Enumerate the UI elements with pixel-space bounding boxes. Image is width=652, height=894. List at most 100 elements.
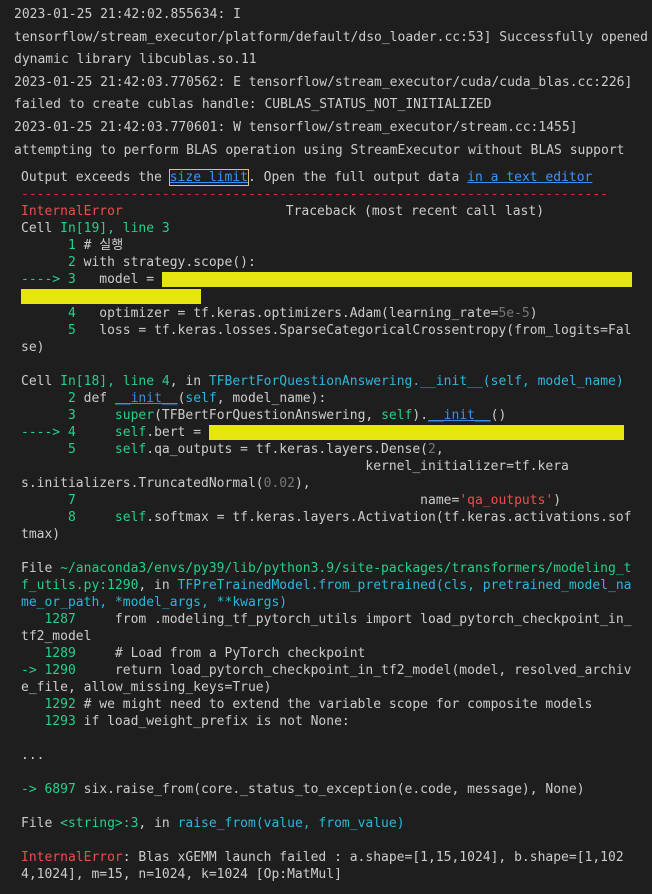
code-text: # 실행 — [75, 238, 124, 254]
code-text: .bert = — [146, 425, 209, 441]
function-name: raise_from(value, from_value) — [177, 816, 405, 832]
code-line-current: ----> 4 self.bert = TFBertModel.from_pre… — [21, 424, 652, 441]
highlighted-code: TFBertModel.from_pretrained(model_name, … — [208, 425, 624, 441]
frame3-code: 1287 from .modeling_tf_pytorch_utils imp… — [21, 611, 652, 730]
in-label: , in — [138, 578, 178, 594]
stderr-line: tensorflow/stream_executor/platform/defa… — [14, 29, 648, 45]
code-line: 1287 from .modeling_tf_pytorch_utils imp… — [21, 611, 652, 628]
code-line: 1293 if load_weight_prefix is not None: — [21, 713, 652, 730]
code-text: ) — [529, 306, 538, 322]
final-error: InternalError: Blas xGEMM launch failed … — [21, 849, 652, 866]
frame-header-wrap: f_utils.py:1290, in TFPreTrainedModel.fr… — [21, 577, 652, 594]
stderr-line: attempting to perform BLAS operation usi… — [14, 142, 625, 158]
code-self: self — [381, 408, 413, 424]
stderr-line: 2023-01-25 21:42:03.770562: E tensorflow… — [14, 74, 633, 90]
stderr-line: dynamic library libcublas.so.11 — [14, 52, 257, 68]
function-name: TFBertForQuestionAnswering.__init__(self… — [208, 374, 624, 390]
code-line: 7 name='qa_outputs') — [21, 492, 652, 509]
frame-header: Cell In[18], line 4, in TFBertForQuestio… — [21, 373, 652, 390]
stderr-line: failed to create cublas handle: CUBLAS_S… — [14, 97, 492, 113]
file-label: File — [21, 816, 61, 832]
code-line: tf2_model — [21, 628, 652, 645]
code-line-current: -> 6897 six.raise_from(core._status_to_e… — [21, 781, 652, 798]
line-number: 2 — [21, 255, 76, 271]
line-number: 7 — [21, 493, 76, 509]
line-number: 1289 — [21, 646, 76, 662]
code-line: e_file, allow_missing_keys=True) — [21, 679, 652, 696]
function-name: TFPreTrainedModel.from_pretrained(cls, p… — [177, 578, 632, 594]
code-text: kernel_initializer=tf.kera — [21, 459, 569, 475]
code-text: () — [490, 408, 507, 424]
current-line-arrow: -> 6897 — [21, 782, 76, 798]
frame-header: Cell In[19], line 3 — [21, 220, 652, 237]
line-number: 1 — [21, 238, 76, 254]
traceback-separator: ----------------------------------------… — [21, 187, 608, 203]
cell-label: Cell — [21, 221, 61, 237]
code-text: ), — [294, 476, 311, 492]
code-number: 0.02 — [263, 476, 295, 492]
code-text: se) — [21, 340, 45, 356]
code-line-wrap: s.initializers.TruncatedNormal(0.02), — [21, 475, 652, 492]
current-line-arrow: ----> 3 — [21, 272, 76, 288]
cell-link[interactable]: In[19], line 3 — [60, 221, 170, 236]
code-line-wrap: se) — [21, 339, 652, 356]
open-in-text-editor-link[interactable]: in a text editor — [467, 170, 592, 185]
file-path-link[interactable]: <string>:3 — [60, 816, 138, 831]
highlighted-code: TFBertForQuestionAnswering('bert-large-u… — [161, 272, 632, 288]
code-line: 4 optimizer = tf.keras.optimizers.Adam(l… — [21, 305, 652, 322]
traceback-header: InternalError Traceback (most recent call… — [21, 203, 652, 220]
code-text: .qa_outputs = tf.keras.layers.Dense( — [146, 442, 429, 458]
file-path-link[interactable]: f_utils.py:1290 — [21, 578, 138, 593]
stderr-line: 2023-01-25 21:42:02.855634: I — [14, 7, 241, 22]
in-label: , in — [138, 816, 178, 832]
code-text: return load_pytorch_checkpoint_in_tf2_mo… — [75, 663, 632, 679]
highlighted-code: sking-finetuned-squad') — [21, 289, 202, 305]
code-text: model = — [75, 272, 162, 288]
line-number: 8 — [21, 510, 76, 526]
size-limit-link[interactable]: size limit — [168, 169, 250, 187]
code-number: 2 — [428, 442, 436, 458]
final-error-wrap: 4,1024], m=15, n=1024, k=1024 [Op:MatMul… — [21, 866, 652, 883]
code-self: self — [185, 391, 217, 407]
code-line: 2 with strategy.scope(): — [21, 254, 652, 271]
code-line-wrap: sking-finetuned-squad') — [21, 288, 652, 305]
code-self: self — [75, 510, 147, 526]
code-line: 1 # 실행 — [21, 237, 652, 254]
code-string: 'qa_outputs' — [459, 493, 554, 509]
code-line-wrap: tmax) — [21, 526, 652, 543]
code-text: tmax) — [21, 527, 61, 543]
code-text: s.initializers.TruncatedNormal( — [21, 476, 264, 492]
error-message: 4,1024], m=15, n=1024, k=1024 [Op:MatMul… — [21, 867, 342, 883]
code-line: 5 loss = tf.keras.losses.SparseCategoric… — [21, 322, 652, 339]
code-builtin: super — [75, 408, 155, 424]
code-identifier: __init__ — [114, 391, 178, 407]
output-size-notice: Output exceeds the size limit. Open the … — [21, 169, 652, 187]
code-text: if load_weight_prefix is not None: — [75, 714, 350, 730]
notice-text: Output exceeds the — [21, 170, 170, 186]
code-text: loss = tf.keras.losses.SparseCategorical… — [75, 323, 632, 339]
code-self: self — [75, 425, 147, 441]
code-identifier: __init__ — [428, 408, 491, 424]
code-text: .softmax = tf.keras.layers.Activation(tf… — [146, 510, 632, 526]
line-number: 1293 — [21, 714, 76, 730]
code-line: 1289 # Load from a PyTorch checkpoint — [21, 645, 652, 662]
code-text: e_file, allow_missing_keys=True) — [21, 680, 272, 696]
ellipsis: ... — [21, 748, 45, 764]
code-line: 8 self.softmax = tf.keras.layers.Activat… — [21, 509, 652, 526]
cell-link[interactable]: In[18], line 4 — [60, 374, 170, 389]
stderr-output: 2023-01-25 21:42:02.855634: I tensorflow/… — [0, 0, 652, 162]
code-text: # Load from a PyTorch checkpoint — [75, 646, 366, 662]
line-number: 5 — [21, 323, 76, 339]
file-path-link[interactable]: ~/anaconda3/envs/py39/lib/python3.9/site… — [60, 561, 631, 576]
line-number: 2 — [21, 391, 76, 407]
frame-header: File ~/anaconda3/envs/py39/lib/python3.9… — [21, 560, 652, 577]
traceback-label: Traceback (most recent call last) — [285, 204, 545, 220]
code-line: 5 self.qa_outputs = tf.keras.layers.Dens… — [21, 441, 652, 458]
frame-header-wrap: me_or_path, *model_args, **kwargs) — [21, 594, 652, 611]
code-text: from .modeling_tf_pytorch_utils import l… — [75, 612, 632, 628]
